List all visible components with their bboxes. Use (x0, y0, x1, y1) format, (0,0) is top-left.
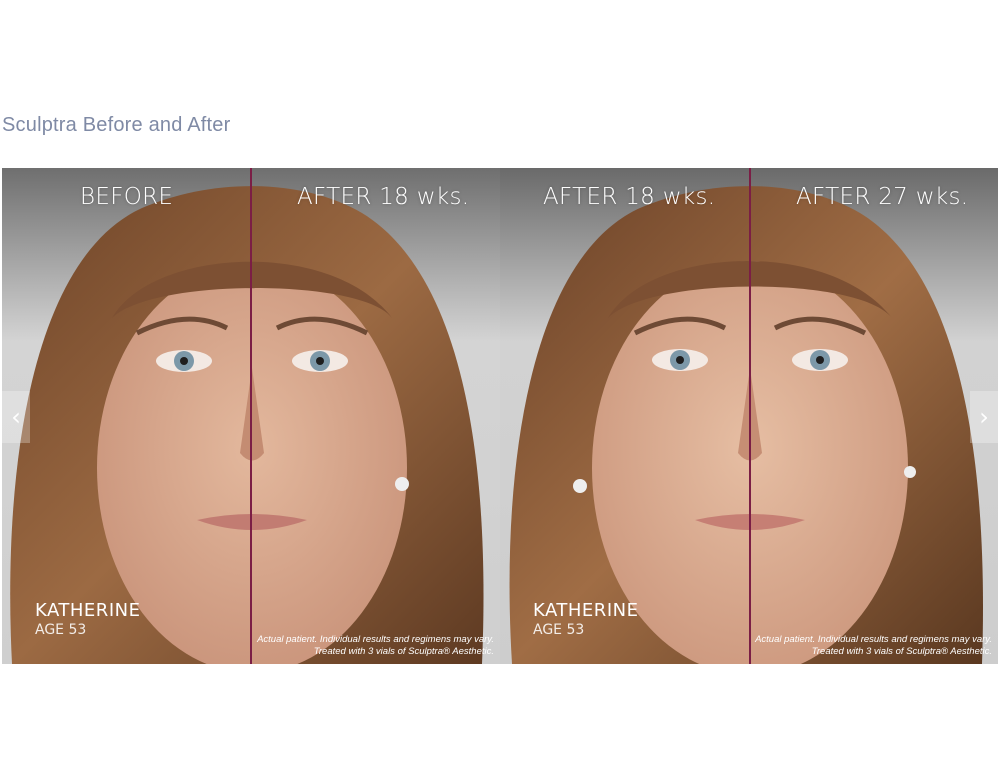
before-after-slide-1: BEFORE AFTER 18 wks. KATHERINE AGE 53 Ac… (2, 168, 500, 664)
chevron-right-icon: › (979, 403, 989, 431)
previous-slide-button[interactable]: ‹ (2, 391, 30, 443)
disclaimer-line: Actual patient. Individual results and r… (755, 634, 992, 645)
disclaimer: Actual patient. Individual results and r… (257, 634, 494, 658)
after-label: AFTER 27 wks. (796, 184, 969, 210)
after-label: AFTER 18 wks. (543, 184, 716, 210)
next-slide-button[interactable]: › (970, 391, 998, 443)
comparison-divider (250, 168, 252, 664)
patient-age: AGE 53 (533, 622, 585, 638)
before-after-gallery: BEFORE AFTER 18 wks. KATHERINE AGE 53 Ac… (2, 168, 998, 664)
chevron-left-icon: ‹ (11, 403, 21, 431)
disclaimer-line: Treated with 3 vials of Sculptra® Aesthe… (811, 646, 992, 657)
before-after-slide-2: AFTER 18 wks. AFTER 27 wks. KATHERINE AG… (500, 168, 998, 664)
before-label: BEFORE (80, 184, 174, 210)
page-title: Sculptra Before and After (2, 114, 231, 136)
disclaimer-line: Actual patient. Individual results and r… (257, 634, 494, 645)
patient-name: KATHERINE (35, 600, 141, 621)
disclaimer: Actual patient. Individual results and r… (755, 634, 992, 658)
comparison-divider (749, 168, 751, 664)
disclaimer-line: Treated with 3 vials of Sculptra® Aesthe… (313, 646, 494, 657)
patient-age: AGE 53 (35, 622, 87, 638)
patient-name: KATHERINE (533, 600, 639, 621)
after-label: AFTER 18 wks. (297, 184, 470, 210)
